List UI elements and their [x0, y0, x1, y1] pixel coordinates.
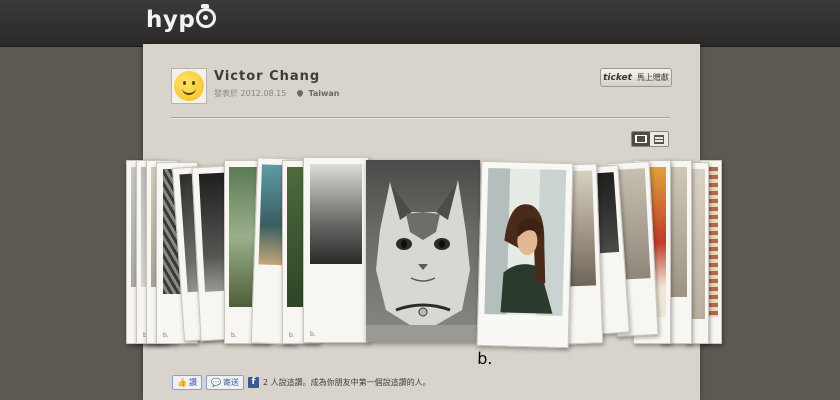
- photo-watermark: b.: [289, 332, 295, 339]
- photo-watermark: b.: [310, 331, 316, 338]
- ticket-logo: ticket: [603, 72, 632, 83]
- photo-watermark: b.: [163, 332, 169, 339]
- filmstrip-view-button[interactable]: [632, 132, 650, 146]
- divider: [171, 117, 670, 119]
- author-name[interactable]: Victor Chang: [214, 69, 320, 84]
- photo-watermark: b.: [231, 332, 237, 339]
- smiley-face-icon: [174, 71, 204, 101]
- published-date: 發表於 2012.08.15: [214, 89, 287, 98]
- photo-card-portrait[interactable]: b.: [476, 160, 574, 368]
- list-icon: [654, 134, 664, 144]
- social-bar: 👍 讚 💬 寄送 f 2 人說這讚。成為你朋友中第一個說這讚的人。: [172, 374, 431, 390]
- location-link[interactable]: Taiwan: [308, 89, 339, 98]
- like-count-text: 2 人說這讚。成為你朋友中第一個說這讚的人。: [262, 377, 431, 387]
- location-pin-icon: [295, 88, 305, 98]
- like-button-label: 讚: [188, 377, 197, 387]
- ticket-button-label: 馬上贈獻: [636, 73, 669, 82]
- portrait-illustration: [484, 168, 567, 317]
- top-bar: hyp: [0, 0, 840, 47]
- post-meta: 發表於 2012.08.15 Taiwan: [214, 88, 340, 99]
- like-button[interactable]: 👍 讚: [172, 374, 202, 390]
- speech-bubble-icon: 💬: [210, 377, 221, 387]
- hypo-logo[interactable]: hyp: [146, 4, 217, 33]
- filmstrip-icon: [635, 135, 647, 143]
- view-toggle: [631, 131, 669, 147]
- photo-watermark: b.: [477, 348, 493, 369]
- facebook-icon: f: [247, 376, 259, 388]
- avatar[interactable]: [171, 68, 207, 104]
- thumbs-up-icon: 👍: [177, 377, 187, 387]
- photo-card[interactable]: b.: [303, 157, 369, 343]
- send-button[interactable]: 💬 寄送: [205, 374, 244, 390]
- cat-illustration: [366, 180, 480, 342]
- list-view-button[interactable]: [650, 132, 668, 146]
- send-button-label: 寄送: [222, 377, 239, 387]
- camera-o-icon: [196, 4, 217, 28]
- cat-photo[interactable]: [366, 160, 480, 342]
- ticket-button[interactable]: ticket 馬上贈獻: [600, 68, 672, 87]
